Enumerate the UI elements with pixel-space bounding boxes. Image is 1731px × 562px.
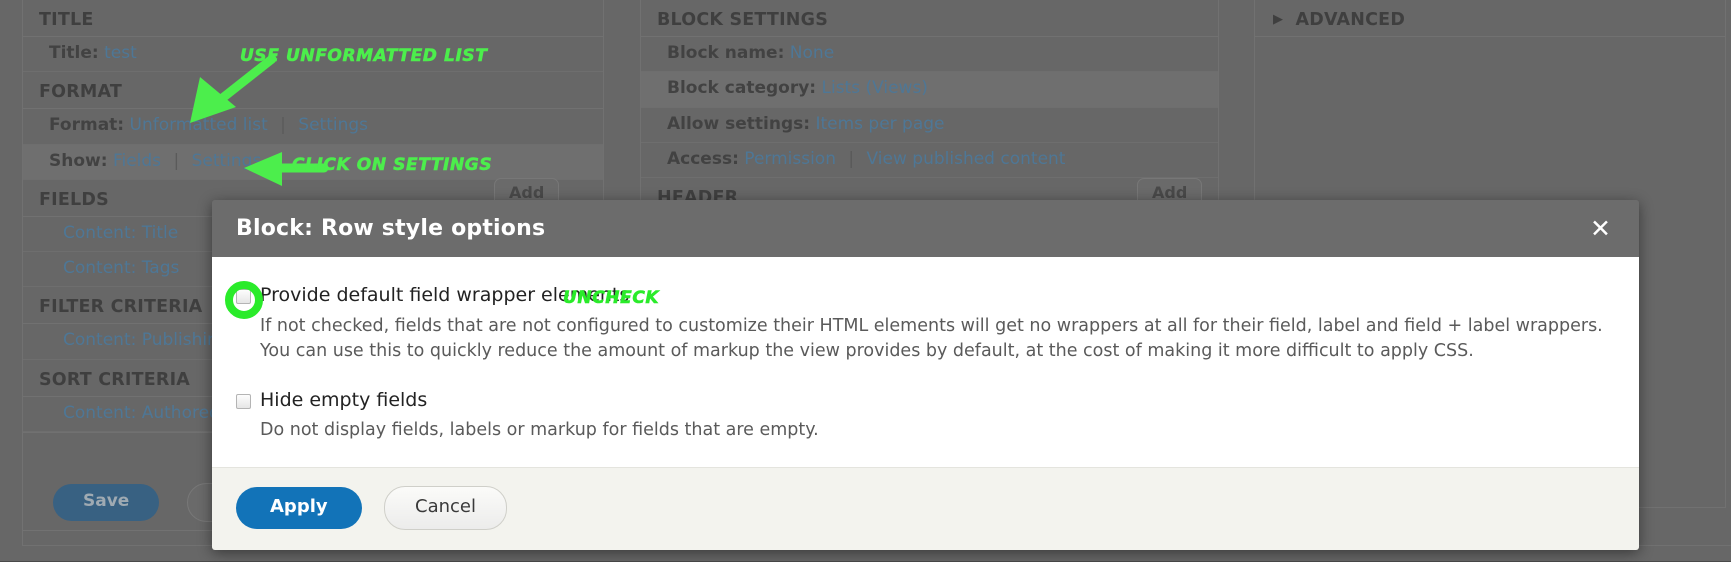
apply-button[interactable]: Apply bbox=[236, 487, 362, 530]
dialog-title: Block: Row style options bbox=[236, 216, 546, 241]
hide-empty-fields-checkbox[interactable] bbox=[236, 393, 251, 409]
close-icon[interactable]: ✕ bbox=[1584, 212, 1617, 245]
provide-default-field-wrapper-elements-description: If not checked, fields that are not conf… bbox=[260, 315, 1603, 361]
hide-empty-fields-label[interactable]: Hide empty fields bbox=[260, 389, 427, 412]
hide-empty-fields-description: Do not display fields, labels or markup … bbox=[260, 420, 819, 441]
field-provide-default-field-wrapper-elements[interactable]: Provide default field wrapper elements bbox=[236, 284, 1613, 307]
annotation-uncheck: UNCHECK bbox=[563, 288, 660, 309]
dialog-header: Block: Row style options ✕ bbox=[212, 200, 1639, 257]
field-hide-empty-fields[interactable]: Hide empty fields bbox=[236, 389, 1613, 412]
provide-default-field-wrapper-elements-checkbox[interactable] bbox=[236, 289, 251, 304]
dialog-body: Provide default field wrapper elements I… bbox=[212, 257, 1639, 468]
cancel-button-dialog[interactable]: Cancel bbox=[384, 486, 507, 531]
row-style-options-dialog: Block: Row style options ✕ Provide defau… bbox=[212, 200, 1639, 551]
dialog-footer: Apply Cancel bbox=[212, 467, 1639, 551]
